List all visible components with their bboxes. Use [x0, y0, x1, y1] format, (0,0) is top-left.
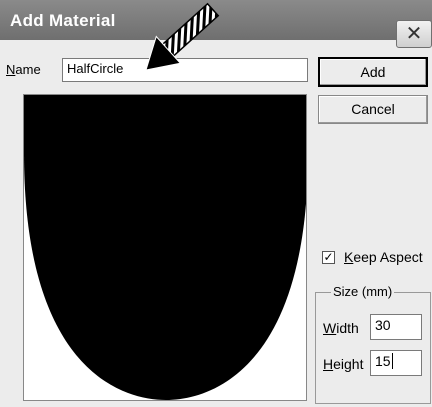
- text-cursor: [391, 353, 393, 369]
- name-label: Name: [6, 62, 41, 77]
- keep-aspect-label[interactable]: Keep Aspect: [344, 249, 423, 265]
- close-icon: ✕: [405, 23, 423, 45]
- dialog-title: Add Material: [10, 11, 116, 30]
- height-label: Height: [323, 356, 364, 372]
- add-material-dialog: Add Material ✕ Name HalfCircle Add Cance…: [0, 0, 432, 407]
- width-label: Width: [323, 320, 359, 336]
- keep-aspect-checkbox[interactable]: ✓: [322, 251, 335, 264]
- cancel-button[interactable]: Cancel: [318, 95, 428, 124]
- half-circle-shape: [24, 95, 306, 400]
- arrow-pointer-icon: [145, 2, 220, 71]
- width-input[interactable]: 30: [370, 314, 422, 340]
- material-preview: [23, 94, 307, 401]
- close-button[interactable]: ✕: [396, 20, 432, 48]
- height-input[interactable]: 15: [370, 350, 422, 376]
- size-group-label: Size (mm): [331, 284, 395, 299]
- size-group: [315, 292, 431, 404]
- checkmark-icon: ✓: [323, 250, 334, 264]
- add-button[interactable]: Add: [318, 57, 428, 87]
